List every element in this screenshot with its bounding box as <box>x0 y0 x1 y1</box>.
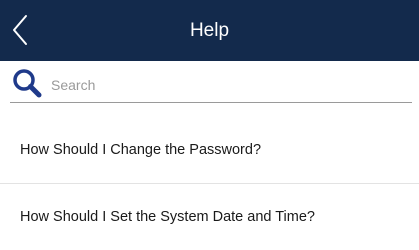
search-bar <box>10 68 412 103</box>
help-item-label: How Should I Set the System Date and Tim… <box>20 209 315 225</box>
page-title: Help <box>189 20 230 41</box>
help-item-label: How Should I Change the Password? <box>20 142 262 158</box>
header-bar: Help <box>0 0 419 61</box>
back-button[interactable] <box>8 12 38 48</box>
chevron-left-icon <box>13 15 27 45</box>
search-icon <box>13 69 42 98</box>
help-item-change-password[interactable]: How Should I Change the Password? <box>0 117 419 183</box>
help-item-set-date-time[interactable]: How Should I Set the System Date and Tim… <box>0 184 419 250</box>
search-input[interactable] <box>51 72 401 98</box>
